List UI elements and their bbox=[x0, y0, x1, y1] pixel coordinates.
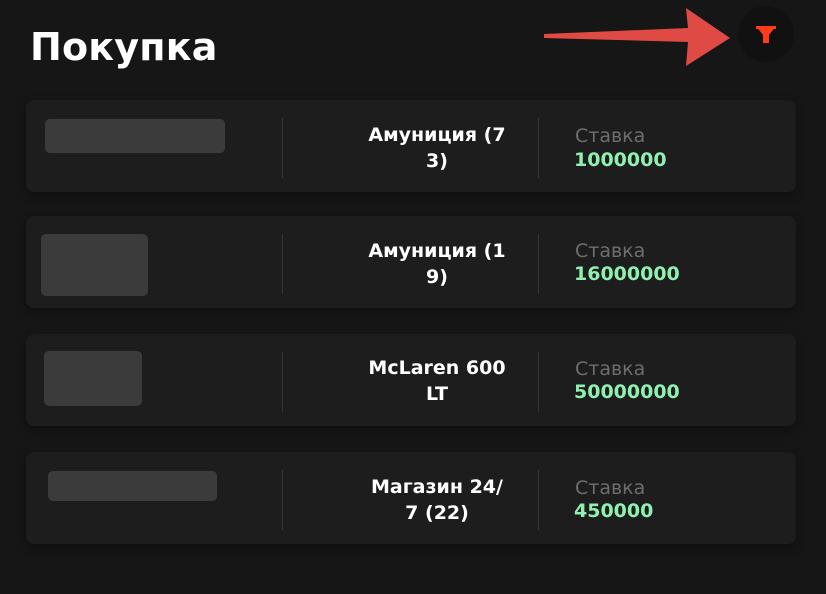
listing-card[interactable]: Амуниция (1 9) Ставка 16000000 bbox=[26, 216, 796, 308]
bid-label: Ставка bbox=[575, 358, 646, 380]
bid-value: 50000000 bbox=[574, 381, 680, 403]
bid-value: 1000000 bbox=[574, 149, 667, 171]
item-name: McLaren 600 LT bbox=[368, 357, 506, 405]
divider bbox=[282, 118, 283, 178]
bid-label: Ставка bbox=[575, 240, 646, 262]
divider bbox=[538, 118, 539, 178]
filter-button[interactable] bbox=[738, 6, 794, 62]
red-arrow-annotation bbox=[544, 8, 730, 66]
page-title: Покупка bbox=[30, 25, 218, 69]
divider bbox=[282, 234, 283, 294]
item-thumbnail-placeholder bbox=[41, 234, 148, 296]
divider bbox=[282, 352, 283, 412]
divider bbox=[538, 352, 539, 412]
funnel-icon bbox=[756, 26, 776, 43]
listing-card[interactable]: McLaren 600 LT Ставка 50000000 bbox=[26, 334, 796, 426]
bid-label: Ставка bbox=[575, 125, 646, 147]
item-thumbnail-placeholder bbox=[48, 471, 217, 501]
item-thumbnail-placeholder bbox=[45, 119, 225, 153]
bid-value: 450000 bbox=[574, 500, 654, 522]
bid-value: 16000000 bbox=[574, 263, 680, 285]
item-name: Амуниция (1 9) bbox=[368, 240, 506, 288]
listing-card[interactable]: Амуниция (7 3) Ставка 1000000 bbox=[26, 100, 796, 192]
divider bbox=[538, 234, 539, 294]
item-name: Магазин 24/ 7 (22) bbox=[371, 476, 503, 524]
item-name: Амуниция (7 3) bbox=[368, 124, 506, 172]
item-thumbnail-placeholder bbox=[44, 351, 142, 406]
bid-label: Ставка bbox=[575, 477, 646, 499]
divider bbox=[538, 470, 539, 530]
listing-card[interactable]: Магазин 24/ 7 (22) Ставка 450000 bbox=[26, 452, 796, 544]
divider bbox=[282, 470, 283, 530]
